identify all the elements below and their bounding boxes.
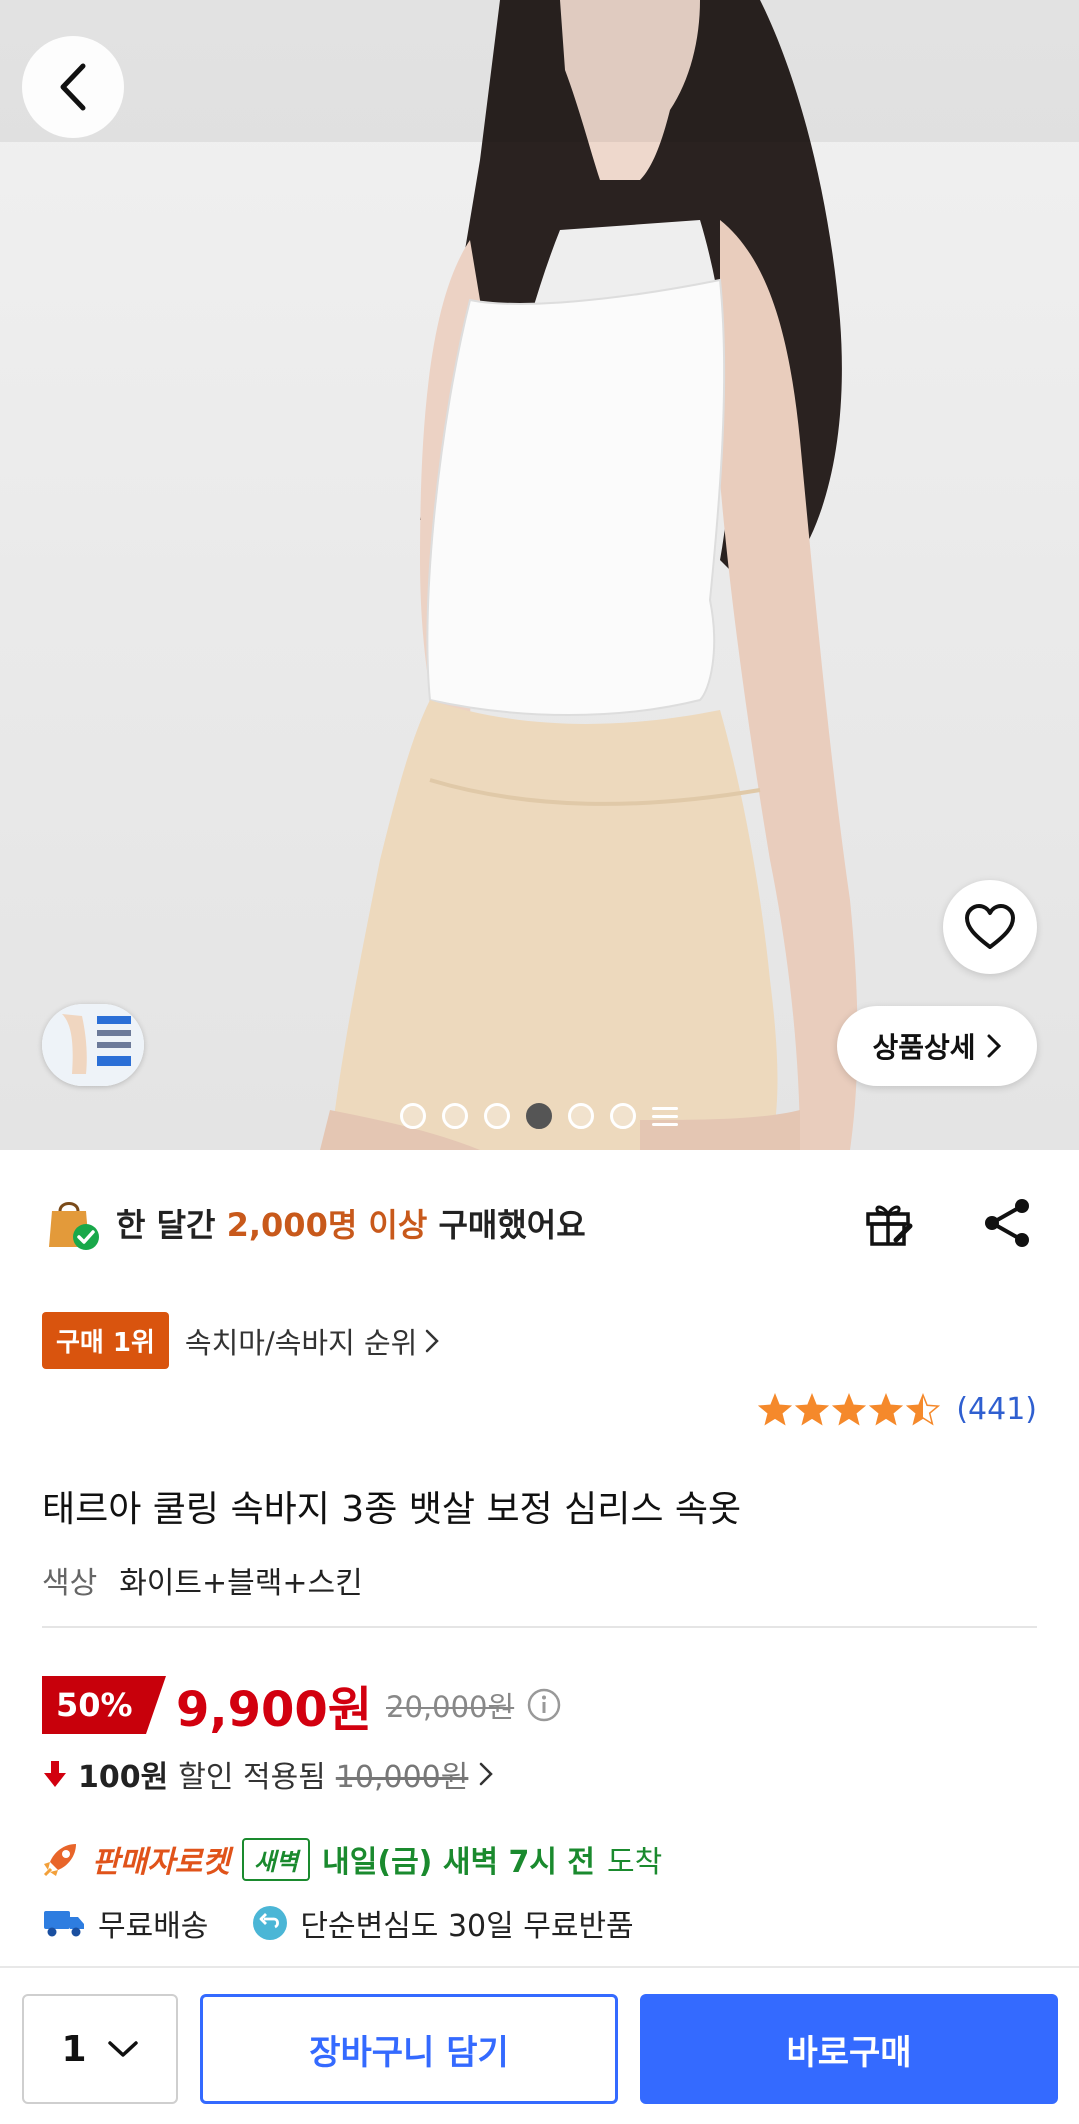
heart-icon xyxy=(965,904,1015,949)
original-price: 20,000원 xyxy=(386,1690,515,1724)
info-icon[interactable] xyxy=(526,1687,562,1723)
favorite-button[interactable] xyxy=(943,880,1037,974)
back-button[interactable] xyxy=(22,36,124,138)
product-image-gallery[interactable]: 상품상세 xyxy=(0,0,1079,1150)
truck-icon xyxy=(44,1911,84,1937)
rank-category-label: 속치마/속바지 순위 xyxy=(184,1325,418,1360)
share-icon xyxy=(985,1199,1029,1247)
divider xyxy=(42,1626,1037,1628)
gift-button[interactable] xyxy=(862,1196,916,1254)
top-overlay xyxy=(0,0,1079,142)
chevron-right-icon xyxy=(480,1762,494,1786)
purchase-highlight: 2,000명 이상 xyxy=(226,1206,428,1244)
rocket-icon xyxy=(43,1844,76,1877)
purchase-suffix: 구매했어요 xyxy=(438,1206,586,1244)
chevron-right-icon xyxy=(426,1329,440,1352)
quantity-select[interactable]: 1 xyxy=(22,1994,178,2104)
return-icon xyxy=(253,1906,288,1940)
pagination-dot[interactable] xyxy=(568,1103,594,1129)
option-value: 화이트+블랙+스킨 xyxy=(119,1566,363,1601)
review-count[interactable]: (441) xyxy=(956,1392,1037,1427)
pagination-dot[interactable] xyxy=(610,1103,636,1129)
rating-star xyxy=(795,1392,830,1426)
pagination-dot[interactable] xyxy=(442,1103,468,1129)
rating-star xyxy=(832,1392,867,1426)
dawn-delivery-badge: 새벽 xyxy=(242,1837,311,1881)
delivery-eta: 내일(금) 새벽 7시 전 xyxy=(322,1845,596,1880)
thumbnail-image xyxy=(42,1004,144,1086)
buy-now-button[interactable]: 바로구매 xyxy=(640,1994,1058,2104)
product-detail-button[interactable]: 상품상세 xyxy=(837,1006,1037,1086)
shopping-bag-check-icon xyxy=(49,1202,99,1250)
add-to-cart-button[interactable]: 장바구니 담기 xyxy=(200,1994,618,2104)
product-detail-label: 상품상세 xyxy=(872,1031,976,1064)
arrow-down-icon xyxy=(44,1761,66,1787)
rocket-delivery-label: 판매자로켓 xyxy=(92,1845,230,1880)
pagination-dot[interactable] xyxy=(400,1103,426,1129)
rank-badge: 구매 1위 xyxy=(42,1312,169,1369)
product-title: 태르아 쿨링 속바지 3종 뱃살 보정 심리스 속옷 xyxy=(42,1489,742,1530)
purchase-count-text: 한 달간 2,000명 이상 구매했어요 xyxy=(116,1200,586,1246)
free-shipping-text: 무료배송 xyxy=(98,1909,209,1944)
quantity-value: 1 xyxy=(61,2028,87,2070)
gift-icon xyxy=(866,1205,913,1246)
discount-percent: 50% xyxy=(56,1686,133,1724)
star-rating-icon xyxy=(758,1392,941,1426)
pagination-dot[interactable] xyxy=(484,1103,510,1129)
discount-badge: 50% xyxy=(42,1676,166,1734)
free-return-text: 단순변심도 30일 무료반품 xyxy=(300,1909,634,1944)
rating-star xyxy=(906,1392,941,1426)
coupon-row[interactable]: 100원 할인 적용됨 10,000원 xyxy=(42,1750,494,1798)
rank-category-link[interactable]: 속치마/속바지 순위 xyxy=(184,1320,440,1362)
chevron-left-icon xyxy=(60,63,86,111)
price-row: 50% 9,900원 20,000원 xyxy=(42,1674,562,1738)
chevron-down-icon xyxy=(107,2041,138,2057)
delivery-row: 판매자로켓 새벽 내일(금) 새벽 7시 전 도착 xyxy=(42,1834,662,1884)
purchase-count-row: 한 달간 2,000명 이상 구매했어요 xyxy=(42,1188,1042,1258)
chevron-right-icon xyxy=(987,1034,1001,1058)
pagination-dot-active[interactable] xyxy=(526,1103,552,1129)
option-row[interactable]: 색상 화이트+블랙+스킨 xyxy=(42,1558,363,1602)
rating-star xyxy=(869,1392,904,1426)
delivery-eta-suffix: 도착 xyxy=(607,1845,663,1880)
shipping-row: 무료배송 단순변심도 30일 무료반품 xyxy=(42,1898,634,1948)
coupon-text: 할인 적용됨 xyxy=(178,1760,326,1795)
share-button[interactable] xyxy=(980,1196,1034,1254)
pagination-more-icon[interactable] xyxy=(652,1103,678,1129)
coupon-before-price: 10,000원 xyxy=(335,1760,469,1795)
image-pagination xyxy=(400,1103,678,1129)
rating-star xyxy=(758,1392,793,1426)
bottom-action-bar: 1 장바구니 담기 바로구매 xyxy=(0,1966,1079,2124)
rating-row[interactable]: (441) xyxy=(758,1392,1037,1427)
ranking-row[interactable]: 구매 1위 속치마/속바지 순위 xyxy=(42,1312,440,1369)
product-photo xyxy=(320,0,858,1150)
thumbnail-preview[interactable] xyxy=(42,1004,144,1086)
coupon-amount: 100원 xyxy=(78,1760,169,1795)
current-price: 9,900원 xyxy=(176,1682,372,1738)
option-label: 색상 xyxy=(42,1566,98,1601)
purchase-prefix: 한 달간 xyxy=(116,1206,216,1244)
